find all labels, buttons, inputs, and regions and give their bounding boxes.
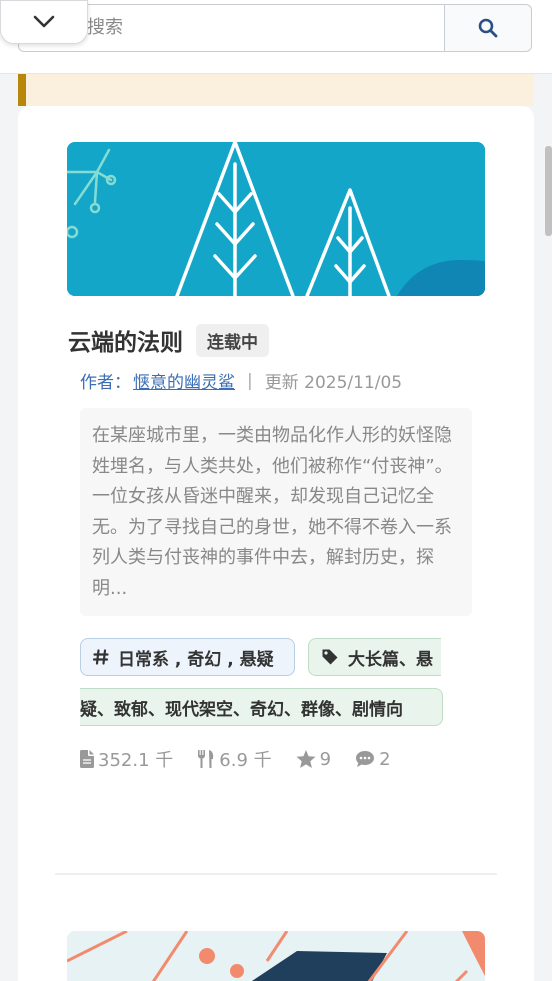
title-row: 云端的法则 连载中 <box>68 322 269 358</box>
stat-words: 352.1 千 <box>80 746 173 772</box>
card-divider <box>55 873 497 875</box>
search-bar: 词搜索 <box>0 0 552 74</box>
comment-icon <box>356 751 375 767</box>
cover-illustration <box>67 142 485 296</box>
hashtag-icon <box>93 649 109 665</box>
food-count: 6.9 千 <box>219 750 272 771</box>
star-count: 9 <box>319 748 332 770</box>
word-count: 352.1 千 <box>98 750 174 771</box>
collapse-button[interactable] <box>0 0 88 44</box>
author-link[interactable]: 惬意的幽灵鲨 <box>133 368 235 393</box>
keyword-tag[interactable]: 大长篇、悬 <box>308 638 441 676</box>
stat-stars: 9 <box>296 749 331 770</box>
keyword-tag-label-line2: 疑、致郁、现代架空、奇幻、群像、剧情向 <box>80 699 403 720</box>
updated-date: 更新 2025/11/05 <box>264 373 403 393</box>
author-label: 作者： <box>80 373 131 393</box>
book-summary: 在某座城市里，一类由物品化作人形的妖怪隐姓埋名，与人类共处，他们被称作“付丧神”… <box>80 408 472 616</box>
book-card: 云端的法则 连载中 作者： 惬意的幽灵鲨 | 更新 2025/11/05 在某座… <box>18 106 534 981</box>
search-icon <box>478 18 498 38</box>
genre-tag-label: 日常系 , 奇幻 , 悬疑 <box>118 649 274 670</box>
keyword-tag-continued[interactable]: 疑、致郁、现代架空、奇幻、群像、剧情向 <box>80 688 443 726</box>
file-icon <box>80 750 94 768</box>
cover-illustration <box>67 931 485 981</box>
next-book-cover[interactable] <box>67 931 485 981</box>
stat-comments: 2 <box>355 748 391 770</box>
book-meta: 作者： 惬意的幽灵鲨 | 更新 2025/11/05 <box>80 368 403 394</box>
status-badge: 连载中 <box>196 323 269 357</box>
comment-count: 2 <box>379 748 391 770</box>
meta-separator: | <box>247 370 253 391</box>
genre-tag[interactable]: 日常系 , 奇幻 , 悬疑 <box>80 638 295 676</box>
utensils-icon <box>198 750 214 768</box>
tag-icon <box>321 648 339 666</box>
book-cover[interactable] <box>67 142 485 296</box>
star-icon <box>296 749 316 768</box>
keyword-tag-label-line1: 大长篇、悬 <box>348 649 433 670</box>
search-button[interactable] <box>444 4 532 52</box>
chevron-down-icon <box>33 15 55 28</box>
book-title[interactable]: 云端的法则 <box>68 323 183 357</box>
book-stats: 352.1 千 6.9 千 9 2 <box>80 746 415 772</box>
notice-banner <box>18 74 534 106</box>
stat-food: 6.9 千 <box>197 746 272 772</box>
scrollbar[interactable] <box>545 146 552 236</box>
